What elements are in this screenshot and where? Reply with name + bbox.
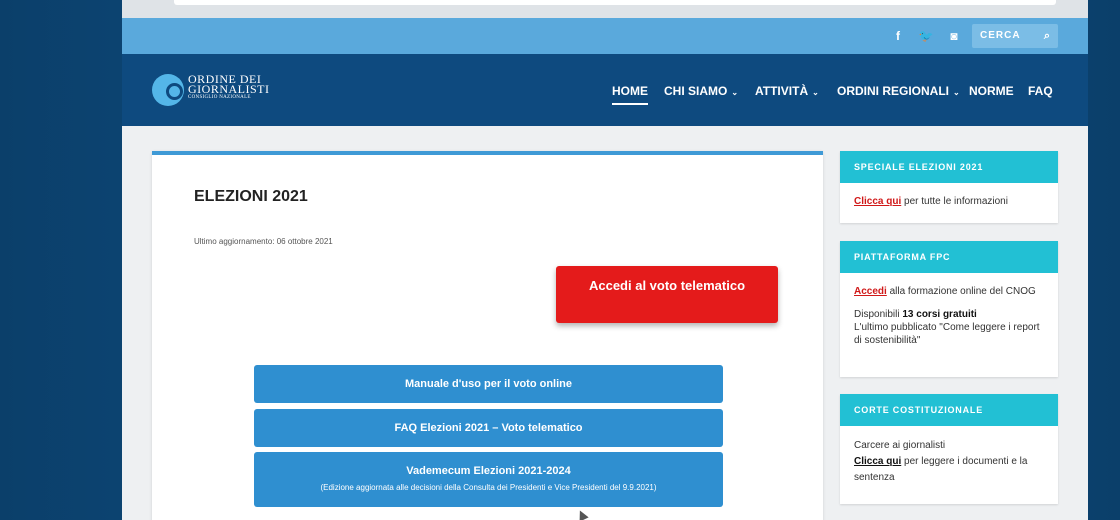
sidebar-heading: SPECIALE ELEZIONI 2021	[840, 151, 1058, 183]
sidebar-body: Clicca qui per tutte le informazioni	[840, 183, 1058, 220]
search-placeholder: CERCA	[980, 30, 1021, 41]
address-bar[interactable]	[174, 0, 1056, 5]
top-social-bar: f 🐦 ◙ CERCA ⌕	[122, 18, 1088, 54]
manual-button[interactable]: Manuale d'uso per il voto online	[254, 365, 723, 403]
browser-address-strip	[122, 0, 1088, 18]
fpc-latest-text: L'ultimo pubblicato "Come leggere i repo…	[854, 322, 1040, 346]
website-viewport: f 🐦 ◙ CERCA ⌕ ORDINE DEI GIORNALISTI CON…	[122, 0, 1088, 520]
sidebar-body: Accedi alla formazione online del CNOG D…	[840, 273, 1058, 359]
online-vote-button[interactable]: Accedi al voto telematico	[556, 266, 778, 323]
faq-elections-button[interactable]: FAQ Elezioni 2021 – Voto telematico	[254, 409, 723, 447]
chevron-down-icon: ⌄	[812, 88, 819, 97]
accedi-link[interactable]: Accedi	[854, 286, 887, 297]
nav-home[interactable]: HOME	[612, 84, 648, 105]
site-logo[interactable]: ORDINE DEI GIORNALISTI CONSIGLIO NAZIONA…	[188, 73, 270, 102]
nav-norme[interactable]: NORME	[969, 84, 1014, 98]
logo-icon[interactable]	[152, 74, 184, 106]
available-prefix: Disponibili	[854, 309, 903, 320]
chevron-down-icon: ⌄	[953, 88, 960, 97]
main-navbar: ORDINE DEI GIORNALISTI CONSIGLIO NAZIONA…	[122, 54, 1088, 126]
last-updated-text: Ultimo aggiornamento: 06 ottobre 2021	[194, 237, 333, 246]
sidebar-heading: CORTE COSTITUZIONALE	[840, 394, 1058, 426]
corte-link-line: Clicca qui per leggere i documenti e la …	[854, 454, 1044, 486]
sidebar-text: per tutte le informazioni	[901, 196, 1008, 207]
search-icon[interactable]: ⌕	[1044, 24, 1051, 48]
instagram-icon[interactable]: ◙	[944, 26, 964, 46]
page-title: ELEZIONI 2021	[194, 188, 308, 205]
nav-attivita[interactable]: ATTIVITÀ ⌄	[755, 84, 819, 98]
nav-chi-siamo[interactable]: CHI SIAMO ⌄	[664, 84, 738, 98]
nav-ordini-regionali-label: ORDINI REGIONALI	[837, 84, 950, 98]
nav-attivita-label: ATTIVITÀ	[755, 84, 809, 98]
sidebar-body: Carcere ai giornalisti Clicca qui per le…	[840, 426, 1058, 498]
fpc-access-line: Accedi alla formazione online del CNOG	[854, 285, 1044, 298]
vademecum-title: Vademecum Elezioni 2021-2024	[406, 465, 571, 477]
available-count: 13 corsi gratuiti	[902, 309, 977, 320]
nav-faq[interactable]: FAQ	[1028, 84, 1053, 98]
sidebar-piattaforma-fpc: PIATTAFORMA FPC Accedi alla formazione o…	[840, 241, 1058, 377]
twitter-icon[interactable]: 🐦	[916, 26, 936, 46]
fpc-available-line: Disponibili 13 corsi gratuiti	[854, 308, 1044, 321]
clicca-qui-link[interactable]: Clicca qui	[854, 456, 901, 467]
corte-line-1: Carcere ai giornalisti	[854, 440, 946, 451]
vademecum-subtitle: (Edizione aggiornata alle decisioni dell…	[320, 483, 657, 492]
sidebar-corte-costituzionale: CORTE COSTITUZIONALE Carcere ai giornali…	[840, 394, 1058, 504]
nav-chi-siamo-label: CHI SIAMO	[664, 84, 728, 98]
facebook-icon[interactable]: f	[888, 26, 908, 46]
search-input[interactable]: CERCA ⌕	[972, 24, 1058, 48]
sidebar-heading: PIATTAFORMA FPC	[840, 241, 1058, 273]
main-content-card: ELEZIONI 2021 Ultimo aggiornamento: 06 o…	[152, 151, 823, 520]
chevron-down-icon: ⌄	[731, 88, 739, 97]
vademecum-button[interactable]: Vademecum Elezioni 2021-2024 (Edizione a…	[254, 452, 723, 507]
sidebar-text: alla formazione online del CNOG	[886, 286, 1036, 297]
sidebar-speciale-elezioni: SPECIALE ELEZIONI 2021 Clicca qui per tu…	[840, 151, 1058, 223]
logo-line-2: GIORNALISTI	[188, 82, 270, 96]
nav-ordini-regionali[interactable]: ORDINI REGIONALI ⌄	[837, 84, 960, 98]
clicca-qui-link[interactable]: Clicca qui	[854, 196, 901, 207]
